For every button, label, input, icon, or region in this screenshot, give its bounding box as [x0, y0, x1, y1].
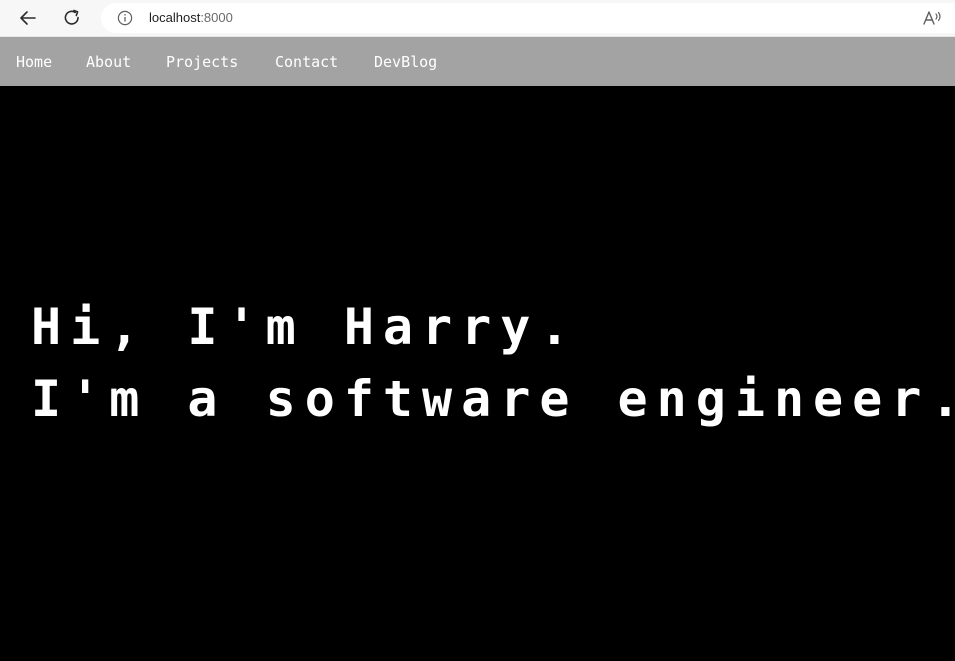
site-nav: Home About Projects Contact DevBlog — [0, 37, 955, 86]
reload-button[interactable] — [59, 6, 85, 30]
nav-link-home[interactable]: Home — [16, 53, 52, 71]
url-host: localhost — [149, 10, 201, 25]
nav-link-contact[interactable]: Contact — [275, 53, 338, 71]
hero-section: Hi, I'm Harry. I'm a software engineer. — [0, 86, 955, 661]
reload-icon — [64, 9, 79, 25]
hero-tagline: I'm a software engineer. — [31, 370, 955, 428]
browser-toolbar: localhost:8000 — [0, 0, 955, 37]
nav-link-devblog[interactable]: DevBlog — [374, 53, 437, 71]
nav-link-about[interactable]: About — [86, 53, 131, 71]
info-icon[interactable] — [117, 10, 133, 26]
back-button[interactable] — [15, 6, 41, 30]
back-arrow-icon — [20, 11, 36, 25]
url-text[interactable]: localhost:8000 — [149, 10, 233, 26]
hero-greeting: Hi, I'm Harry. — [31, 298, 579, 356]
nav-link-projects[interactable]: Projects — [166, 53, 238, 71]
url-port: :8000 — [200, 10, 233, 25]
read-aloud-icon[interactable] — [922, 9, 942, 27]
address-bar[interactable]: localhost:8000 — [101, 3, 955, 33]
